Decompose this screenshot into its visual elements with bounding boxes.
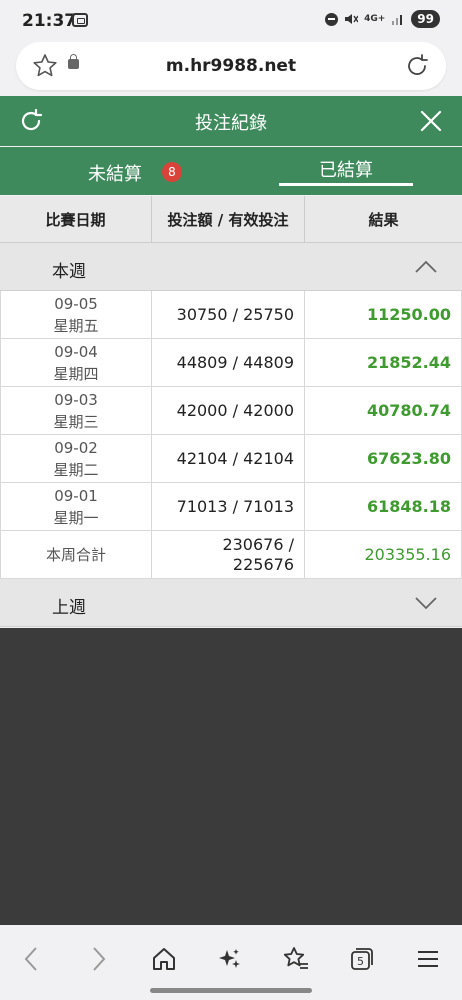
date-cell: 09-01 星期一 <box>0 483 152 530</box>
status-time: 21:37 <box>22 11 77 31</box>
result-cell: 21852.44 <box>305 339 462 386</box>
date-cell: 09-02 星期二 <box>0 435 152 482</box>
star-list-icon <box>283 947 308 969</box>
chevron-down-icon[interactable] <box>414 595 438 611</box>
date-cell: 09-04 星期四 <box>0 339 152 386</box>
menu-button[interactable] <box>408 939 448 979</box>
home-icon <box>153 948 175 970</box>
status-icons: 4G+ 99 <box>325 10 440 28</box>
match-weekday: 星期三 <box>53 412 99 431</box>
ai-assistant-button[interactable] <box>210 939 250 979</box>
active-tab-indicator <box>279 183 413 186</box>
sparkle-icon <box>219 949 240 968</box>
total-bet-line2: 225676 <box>232 554 294 574</box>
table-row: 09-04 星期四 44809 / 44809 21852.44 <box>0 339 462 387</box>
screenshot-icon <box>72 13 88 27</box>
result-cell: 40780.74 <box>305 387 462 434</box>
back-button[interactable] <box>12 939 52 979</box>
bet-amount-cell: 44809 / 44809 <box>152 339 305 386</box>
browser-bottom-nav: 5 <box>0 925 462 1000</box>
result-cell: 67623.80 <box>305 435 462 482</box>
weekly-total-row: 本周合計 230676 / 225676 203355.16 <box>0 531 462 579</box>
total-bet-line1: 230676 / <box>222 534 294 554</box>
section-title: 本週 <box>52 262 86 282</box>
forward-button[interactable] <box>78 939 118 979</box>
column-header-result: 結果 <box>368 211 399 229</box>
bet-amount-cell: 42000 / 42000 <box>152 387 305 434</box>
match-weekday: 星期二 <box>53 460 99 479</box>
match-weekday: 星期四 <box>53 364 99 383</box>
network-label: 4G+ <box>364 14 386 24</box>
result-cell: 61848.18 <box>305 483 462 530</box>
bet-amount-cell: 30750 / 25750 <box>152 291 305 338</box>
signal-icon <box>392 15 403 25</box>
table-header: 比賽日期 投注額 / 有效投注 結果 <box>0 196 462 243</box>
date-cell: 09-03 星期三 <box>0 387 152 434</box>
date-cell: 09-05 星期五 <box>0 291 152 338</box>
match-weekday: 星期一 <box>53 508 99 527</box>
bet-amount-cell: 42104 / 42104 <box>152 435 305 482</box>
tab-settled[interactable]: 已結算 <box>231 147 462 195</box>
total-label: 本周合計 <box>0 531 152 578</box>
section-title: 上週 <box>52 598 86 618</box>
total-bet-cell: 230676 / 225676 <box>152 531 305 578</box>
tab-bar: 未結算 8 已結算 <box>0 147 462 195</box>
unsettled-count-badge: 8 <box>162 162 182 182</box>
tab-unsettled-label: 未結算 <box>88 164 142 185</box>
table-row: 09-01 星期一 71013 / 71013 61848.18 <box>0 483 462 531</box>
match-date: 09-02 <box>54 438 98 457</box>
column-header-bet: 投注額 / 有效投注 <box>152 196 305 243</box>
close-icon[interactable] <box>418 108 444 134</box>
chevron-up-icon[interactable] <box>414 259 438 275</box>
svg-text:5: 5 <box>357 955 364 968</box>
bet-amount-cell: 71013 / 71013 <box>152 483 305 530</box>
column-header-date: 比賽日期 <box>0 196 152 243</box>
section-this-week[interactable]: 本週 <box>0 243 462 291</box>
home-button[interactable] <box>144 939 184 979</box>
match-date: 09-01 <box>54 486 98 505</box>
chevron-right-icon <box>93 947 106 971</box>
table-row: 09-03 星期三 42000 / 42000 40780.74 <box>0 387 462 435</box>
match-date: 09-04 <box>54 342 98 361</box>
page-title: 投注紀錄 <box>195 113 267 134</box>
tabs-button[interactable]: 5 <box>342 939 382 979</box>
page-header: 投注紀錄 <box>0 96 462 146</box>
table-row: 09-02 星期二 42104 / 42104 67623.80 <box>0 435 462 483</box>
battery-indicator: 99 <box>411 10 440 28</box>
url-text[interactable]: m.hr9988.net <box>16 56 446 76</box>
mute-icon <box>345 14 359 24</box>
match-date: 09-05 <box>54 294 98 313</box>
match-weekday: 星期五 <box>53 316 99 335</box>
tab-settled-label: 已結算 <box>319 160 373 181</box>
hamburger-menu-icon <box>418 951 438 967</box>
tab-unsettled[interactable]: 未結算 8 <box>0 147 231 195</box>
home-indicator-bar[interactable] <box>150 988 312 993</box>
total-result-cell: 203355.16 <box>305 531 462 578</box>
status-bar: 21:37 4G+ 99 <box>0 0 462 40</box>
tabs-count-icon: 5 <box>351 948 373 970</box>
bet-records-table: 比賽日期 投注額 / 有效投注 結果 本週 09-05 星期五 30750 / … <box>0 196 462 627</box>
chevron-left-icon <box>24 947 37 971</box>
section-last-week[interactable]: 上週 <box>0 579 462 627</box>
match-date: 09-03 <box>54 390 98 409</box>
overlay-backdrop <box>0 628 462 925</box>
bookmarks-button[interactable] <box>276 939 316 979</box>
result-cell: 11250.00 <box>305 291 462 338</box>
table-row: 09-05 星期五 30750 / 25750 11250.00 <box>0 291 462 339</box>
do-not-disturb-icon <box>325 12 339 26</box>
reload-icon[interactable] <box>404 53 430 79</box>
browser-url-bar[interactable]: m.hr9988.net <box>16 42 446 90</box>
